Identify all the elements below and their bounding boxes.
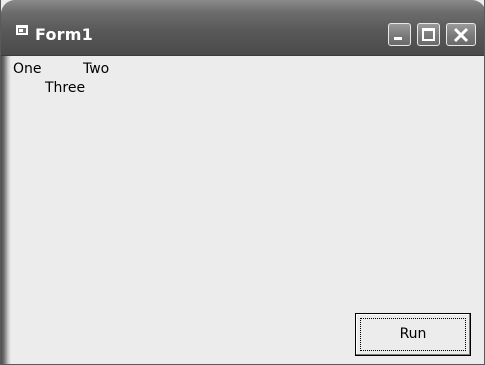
title-bar[interactable]: Form1	[1, 0, 484, 56]
close-icon	[453, 27, 469, 43]
minimize-icon	[394, 37, 402, 40]
form-window: Form1 One Two Three Run	[0, 0, 485, 365]
label-one: One	[13, 61, 42, 77]
label-two: Two	[83, 61, 110, 77]
close-button[interactable]	[446, 23, 476, 46]
window-title: Form1	[35, 25, 93, 44]
label-three: Three	[45, 80, 86, 96]
window-left-border	[1, 56, 11, 364]
run-button-label: Run	[399, 326, 427, 342]
maximize-button[interactable]	[417, 23, 440, 46]
form-window-icon[interactable]	[16, 25, 28, 35]
client-area: One Two Three Run	[1, 56, 484, 364]
maximize-icon	[422, 28, 435, 41]
minimize-button[interactable]	[388, 23, 411, 46]
run-button[interactable]: Run	[355, 313, 471, 356]
